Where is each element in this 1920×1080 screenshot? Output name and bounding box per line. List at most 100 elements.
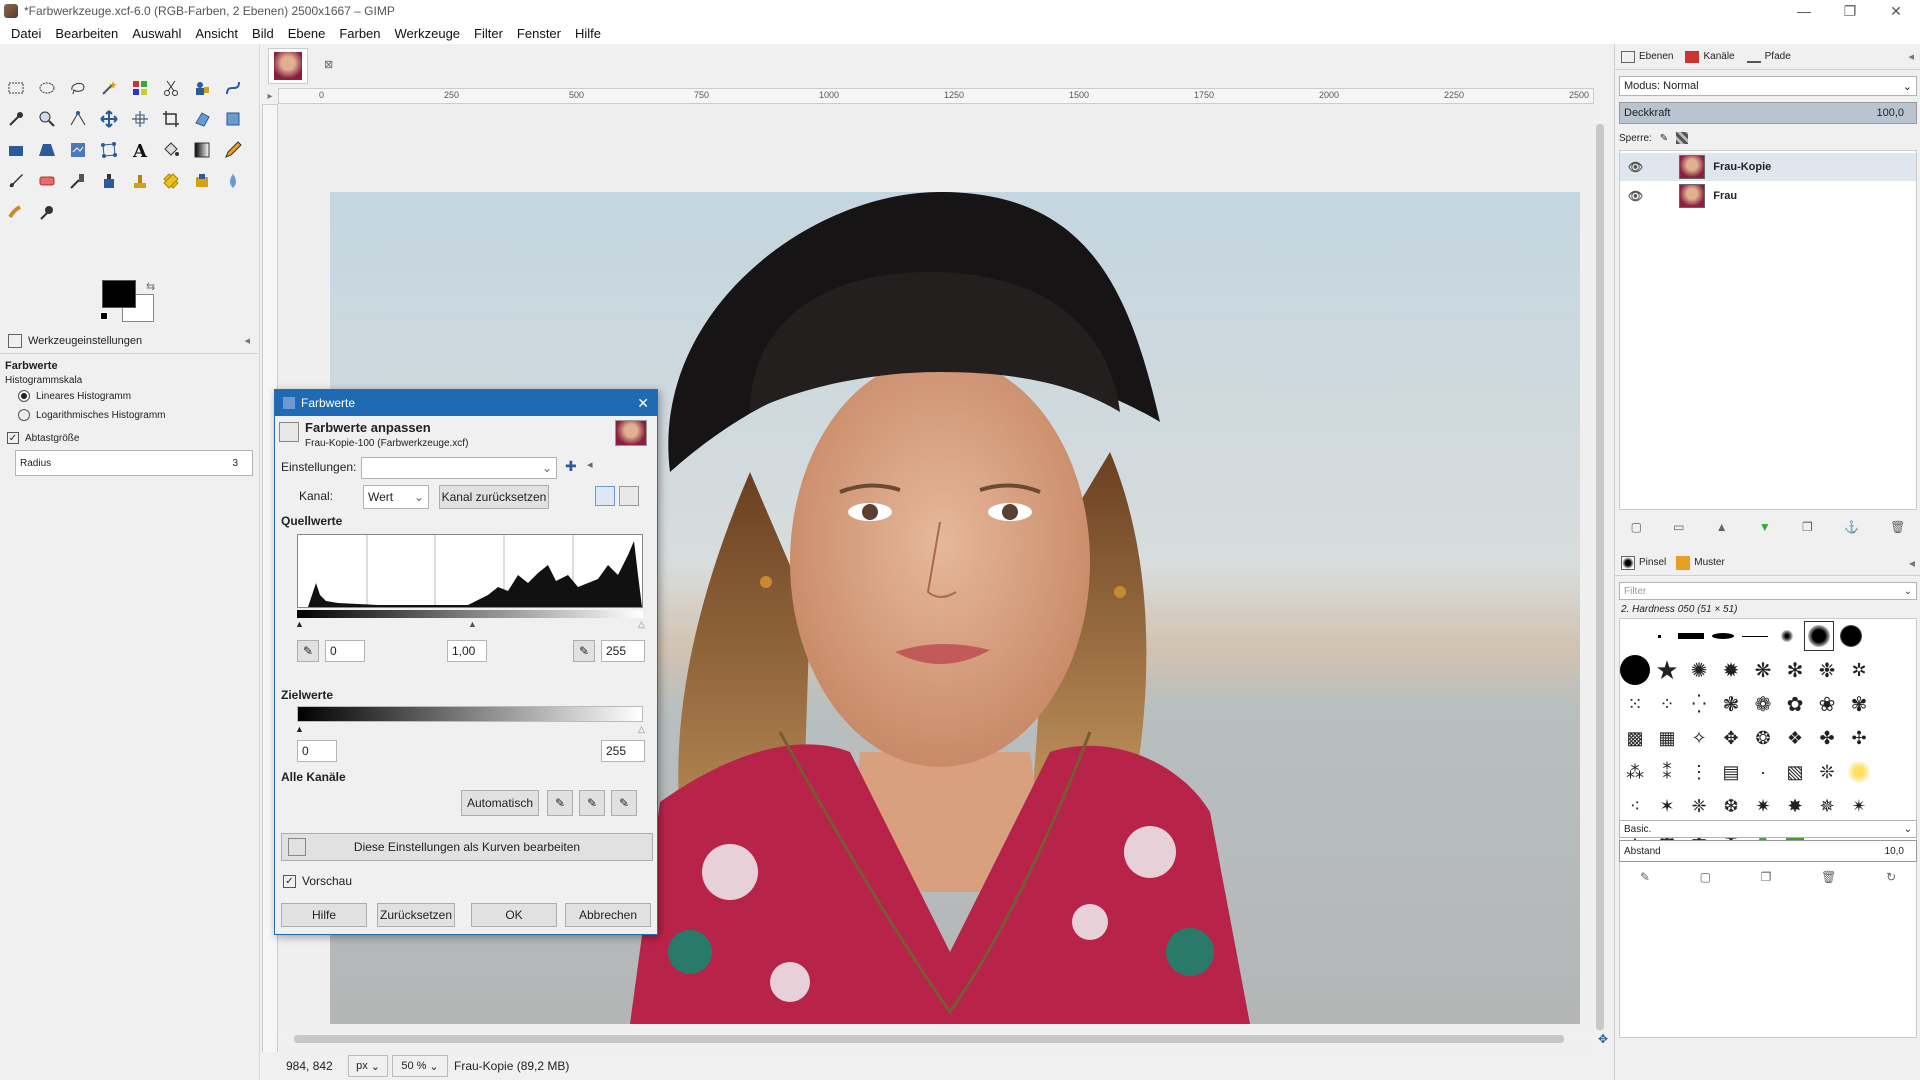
gamma-field[interactable]: 1,00 — [447, 640, 487, 662]
opacity-slider[interactable]: Deckkraft 100,0 — [1619, 102, 1917, 124]
fuzzy-select-icon[interactable] — [97, 76, 121, 100]
scissors-icon[interactable] — [159, 76, 183, 100]
rotate-icon[interactable] — [221, 107, 245, 131]
menu-ebene[interactable]: Ebene — [281, 26, 333, 41]
crop-icon[interactable] — [159, 107, 183, 131]
brush-line-icon[interactable] — [1740, 621, 1770, 651]
menu-datei[interactable]: Datei — [4, 26, 48, 41]
raise-layer-icon[interactable]: ▲ — [1716, 520, 1728, 534]
menu-hilfe[interactable]: Hilfe — [568, 26, 608, 41]
brush-splatter-icon[interactable]: ✻ — [1780, 655, 1810, 685]
help-button[interactable]: Hilfe — [281, 903, 367, 927]
channel-combo[interactable]: Wert ⌄ — [363, 485, 429, 509]
tab-channels[interactable]: Kanäle — [1685, 50, 1735, 63]
linear-histogram-toggle[interactable] — [595, 486, 615, 506]
brush-block-icon[interactable] — [1676, 621, 1706, 651]
perspective-clone-icon[interactable] — [190, 169, 214, 193]
gradient-icon[interactable] — [190, 138, 214, 162]
vertical-scrollbar[interactable] — [1594, 104, 1608, 1060]
image-tab-thumbnail[interactable] — [268, 48, 308, 84]
ellipse-select-icon[interactable] — [35, 76, 59, 100]
new-layer-icon[interactable]: ▢ — [1631, 520, 1642, 534]
brush-texture-icon[interactable]: ❃ — [1716, 689, 1746, 719]
panel-menu-icon[interactable]: ◂ — [1908, 50, 1914, 63]
delete-brush-icon[interactable]: 🗑 — [1821, 870, 1836, 884]
eraser-icon[interactable] — [35, 169, 59, 193]
dialog-close-icon[interactable]: ✕ — [637, 395, 649, 412]
output-low-field[interactable]: 0 — [297, 740, 337, 762]
brush-hardness-075-icon[interactable] — [1836, 621, 1866, 651]
menu-farben[interactable]: Farben — [332, 26, 387, 41]
brush-texture-icon[interactable]: ⁖ — [1620, 791, 1650, 821]
foreground-select-icon[interactable] — [190, 76, 214, 100]
brush-sparks-icon[interactable] — [1844, 757, 1874, 787]
smudge-icon[interactable] — [4, 200, 28, 224]
unit-selector[interactable]: px ⌄ — [348, 1055, 388, 1077]
brush-splatter-icon[interactable]: ✺ — [1684, 655, 1714, 685]
ok-button[interactable]: OK — [471, 903, 557, 927]
ink-icon[interactable] — [97, 169, 121, 193]
brush-preset-combo[interactable]: Basic. ⌄ — [1619, 820, 1917, 838]
brush-texture-icon[interactable]: ✤ — [1812, 723, 1842, 753]
brush-texture-icon[interactable]: ❀ — [1812, 689, 1842, 719]
menu-bild[interactable]: Bild — [245, 26, 281, 41]
align-icon[interactable] — [128, 107, 152, 131]
paintbrush-icon[interactable] — [4, 169, 28, 193]
pencil-icon[interactable] — [221, 138, 245, 162]
brush-texture-icon[interactable]: ❖ — [1780, 723, 1810, 753]
tool-options-tab[interactable]: Werkzeugeinstellungen ◂ — [0, 328, 258, 354]
gamma-slider[interactable]: ▲ — [468, 619, 477, 629]
brush-texture-icon[interactable]: ✥ — [1716, 723, 1746, 753]
close-tab-icon[interactable]: ⊠ — [324, 58, 333, 71]
brush-star-icon[interactable]: ★ — [1652, 655, 1682, 685]
brush-hardness-050-icon[interactable] — [1804, 621, 1834, 651]
reset-button[interactable]: Zurücksetzen — [377, 903, 455, 927]
duplicate-layer-icon[interactable]: ❐ — [1802, 520, 1813, 534]
lasso-icon[interactable] — [66, 76, 90, 100]
output-black-slider[interactable]: ▲ — [295, 724, 304, 734]
zoom-selector[interactable]: 50 % ⌄ — [392, 1055, 448, 1077]
brush-filter-input[interactable]: Filter ⌄ — [1619, 582, 1917, 600]
anchor-layer-icon[interactable]: ⚓ — [1844, 520, 1859, 534]
brush-splatter-icon[interactable]: ❋ — [1748, 655, 1778, 685]
heal-icon[interactable] — [159, 169, 183, 193]
brush-hard-circle-icon[interactable] — [1620, 655, 1650, 685]
brush-texture-icon[interactable]: ⁙ — [1620, 689, 1650, 719]
lower-layer-icon[interactable]: ▼ — [1759, 520, 1771, 534]
cage-transform-icon[interactable] — [97, 138, 121, 162]
brush-texture-icon[interactable]: ✿ — [1780, 689, 1810, 719]
brush-texture-icon[interactable]: ❆ — [1716, 791, 1746, 821]
unified-transform-icon[interactable] — [190, 107, 214, 131]
dodge-burn-icon[interactable] — [35, 200, 59, 224]
brush-texture-icon[interactable]: ✣ — [1844, 723, 1874, 753]
menu-fenster[interactable]: Fenster — [510, 26, 568, 41]
brush-texture-icon[interactable]: ⁂ — [1620, 757, 1650, 787]
visibility-eye-icon[interactable]: 👁 — [1628, 189, 1643, 203]
brush-texture-icon[interactable]: ✶ — [1652, 791, 1682, 821]
log-histogram-option[interactable]: Logarithmisches Histogramm — [18, 409, 166, 421]
panel-menu-icon[interactable]: ◂ — [244, 334, 250, 347]
black-point-slider[interactable]: ▲ — [295, 619, 304, 629]
brush-ellipse-icon[interactable] — [1708, 621, 1738, 651]
checkbox-checked-icon[interactable]: ✓ — [7, 432, 19, 444]
rect-select-icon[interactable] — [4, 76, 28, 100]
minimize-button[interactable]: — — [1781, 0, 1827, 22]
brush-texture-icon[interactable]: ❊ — [1812, 757, 1842, 787]
layer-mode-combo[interactable]: Modus: Normal ⌄ — [1619, 76, 1917, 96]
delete-layer-icon[interactable]: 🗑 — [1890, 520, 1905, 534]
spacing-slider[interactable]: Abstand 10,0 — [1619, 840, 1917, 862]
brush-texture-icon[interactable]: ▩ — [1620, 723, 1650, 753]
input-high-field[interactable]: 255 — [601, 640, 645, 662]
brush-texture-icon[interactable]: ✷ — [1748, 791, 1778, 821]
brush-splatter-icon[interactable]: ✲ — [1844, 655, 1874, 685]
linear-histogram-option[interactable]: Lineares Histogramm — [18, 390, 131, 402]
brush-splatter-icon[interactable]: ✹ — [1716, 655, 1746, 685]
zoom-icon[interactable] — [35, 107, 59, 131]
new-brush-icon[interactable]: ▢ — [1700, 870, 1711, 884]
brush-pixel-icon[interactable] — [1644, 621, 1674, 651]
move-icon[interactable] — [97, 107, 121, 131]
brush-texture-icon[interactable]: ❁ — [1748, 689, 1778, 719]
preview-checkbox[interactable]: ✓ Vorschau — [283, 874, 352, 888]
output-white-slider[interactable]: △ — [638, 724, 645, 735]
paths-icon[interactable] — [221, 76, 245, 100]
